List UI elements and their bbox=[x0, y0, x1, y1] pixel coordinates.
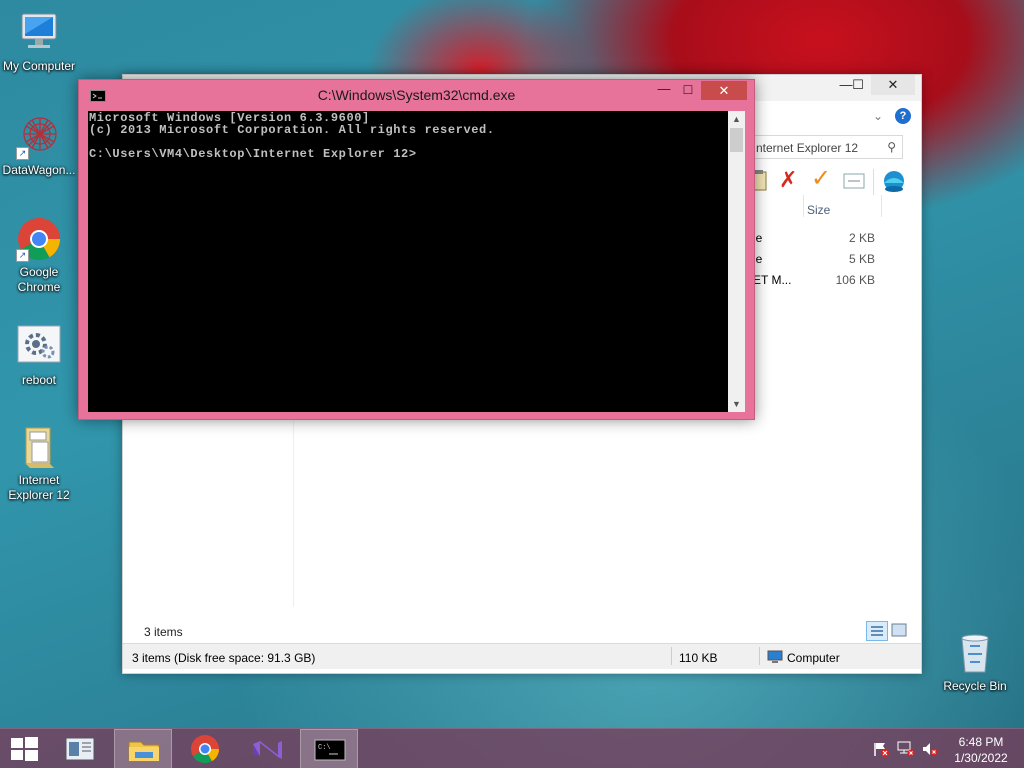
clock-date: 1/30/2022 bbox=[954, 751, 1008, 765]
datawagon-icon: ↗ bbox=[16, 114, 62, 160]
search-input[interactable]: nternet Explorer 12 bbox=[756, 141, 858, 155]
computer-small-icon bbox=[767, 650, 783, 667]
taskbar-file-explorer[interactable] bbox=[114, 729, 172, 768]
desktop-icon-label: My Computer bbox=[2, 59, 76, 73]
status-disk-space: 3 items (Disk free space: 91.3 GB) bbox=[132, 651, 316, 665]
folder-icon bbox=[16, 424, 62, 470]
taskbar-server-manager[interactable] bbox=[52, 729, 110, 768]
console-prompt: C:\Users\VM4\Desktop\Internet Explorer 1… bbox=[89, 147, 417, 161]
taskbar-chrome[interactable] bbox=[176, 729, 234, 768]
desktop-icon-label: Recycle Bin bbox=[943, 679, 1007, 693]
file-row[interactable]: ET M... 106 KB bbox=[753, 273, 883, 293]
gear-icon bbox=[16, 324, 62, 370]
close-button[interactable]: ✕ bbox=[871, 75, 915, 95]
column-divider bbox=[803, 195, 804, 217]
help-icon[interactable]: ? bbox=[895, 108, 911, 124]
file-size: 5 KB bbox=[848, 252, 875, 266]
desktop-icon-label: Google Chrome bbox=[17, 265, 61, 294]
desktop-icon-internet-explorer-12[interactable]: Internet Explorer 12 bbox=[0, 424, 78, 503]
taskbar-cmd[interactable]: C:\ bbox=[300, 729, 358, 768]
computer-icon bbox=[16, 10, 62, 56]
vertical-scrollbar[interactable]: ▲ ▼ bbox=[728, 111, 745, 412]
desktop-icon-label: DataWagon... bbox=[2, 163, 76, 177]
pane-divider bbox=[293, 421, 294, 607]
file-type: ET M... bbox=[753, 273, 792, 287]
status-location: Computer bbox=[787, 651, 840, 665]
details-view-button[interactable] bbox=[866, 621, 888, 641]
svg-text:C:\: C:\ bbox=[318, 744, 331, 752]
scroll-thumb[interactable] bbox=[730, 128, 743, 152]
large-icons-view-button[interactable] bbox=[891, 623, 907, 640]
file-size: 106 KB bbox=[835, 273, 875, 287]
column-header-size[interactable]: Size bbox=[807, 203, 830, 217]
desktop-icon-reboot[interactable]: reboot bbox=[0, 324, 78, 388]
globe-icon[interactable] bbox=[881, 169, 907, 196]
maximize-button[interactable]: ☐ bbox=[841, 75, 875, 95]
delete-icon[interactable]: ✗ bbox=[779, 169, 797, 191]
chrome-icon: ↗ bbox=[16, 216, 62, 262]
file-size: 2 KB bbox=[848, 231, 875, 245]
desktop-icon-google-chrome[interactable]: ↗ Google Chrome bbox=[0, 216, 78, 295]
check-icon[interactable]: ✓ bbox=[811, 167, 831, 191]
desktop-icon-my-computer[interactable]: My Computer bbox=[0, 10, 78, 74]
clock-time: 6:48 PM bbox=[958, 735, 1004, 749]
item-count: 3 items bbox=[144, 625, 183, 639]
recycle-bin-icon bbox=[952, 630, 998, 676]
shortcut-arrow-icon: ↗ bbox=[16, 147, 29, 160]
action-center-flag-icon[interactable] bbox=[872, 741, 890, 760]
scroll-up-arrow-icon[interactable]: ▲ bbox=[728, 111, 745, 127]
status-divider bbox=[759, 647, 760, 665]
clock[interactable]: 6:48 PM 1/30/2022 bbox=[948, 734, 1014, 766]
file-row[interactable]: le 2 KB bbox=[753, 231, 883, 251]
start-button[interactable] bbox=[0, 729, 48, 768]
network-icon[interactable] bbox=[897, 741, 915, 760]
maximize-button[interactable]: ☐ bbox=[675, 80, 701, 100]
toolbar-separator bbox=[873, 169, 874, 195]
console-line: (c) 2013 Microsoft Corporation. All righ… bbox=[89, 123, 495, 137]
status-bar: 3 items (Disk free space: 91.3 GB) 110 K… bbox=[123, 643, 921, 669]
taskbar: C:\ 6:48 PM 1/30/2022 bbox=[0, 728, 1024, 768]
scroll-down-arrow-icon[interactable]: ▼ bbox=[728, 396, 745, 412]
file-row[interactable]: le 5 KB bbox=[753, 252, 883, 272]
ribbon-expand-icon[interactable]: ⌄ bbox=[873, 109, 883, 123]
taskbar-visual-studio[interactable] bbox=[238, 729, 296, 768]
cmd-window[interactable]: C:\Windows\System32\cmd.exe — ☐ ✕ Micros… bbox=[78, 79, 755, 420]
close-button[interactable]: ✕ bbox=[701, 81, 747, 100]
console-output[interactable]: Microsoft Windows [Version 6.3.9600] (c) … bbox=[88, 111, 728, 412]
shortcut-arrow-icon: ↗ bbox=[16, 249, 29, 262]
search-icon[interactable]: ⚲ bbox=[887, 140, 896, 154]
search-box[interactable]: nternet Explorer 12 ⚲ bbox=[753, 135, 903, 159]
status-size: 110 KB bbox=[679, 651, 718, 665]
properties-icon[interactable] bbox=[843, 173, 865, 192]
desktop-icon-label: reboot bbox=[21, 373, 57, 387]
status-divider bbox=[671, 647, 672, 665]
volume-muted-icon[interactable] bbox=[921, 741, 939, 760]
desktop-icon-label: Internet Explorer 12 bbox=[8, 473, 70, 502]
desktop-icon-datawagon[interactable]: ↗ DataWagon... bbox=[0, 114, 78, 178]
desktop-icon-recycle-bin[interactable]: Recycle Bin bbox=[936, 630, 1014, 694]
column-divider bbox=[881, 195, 882, 217]
